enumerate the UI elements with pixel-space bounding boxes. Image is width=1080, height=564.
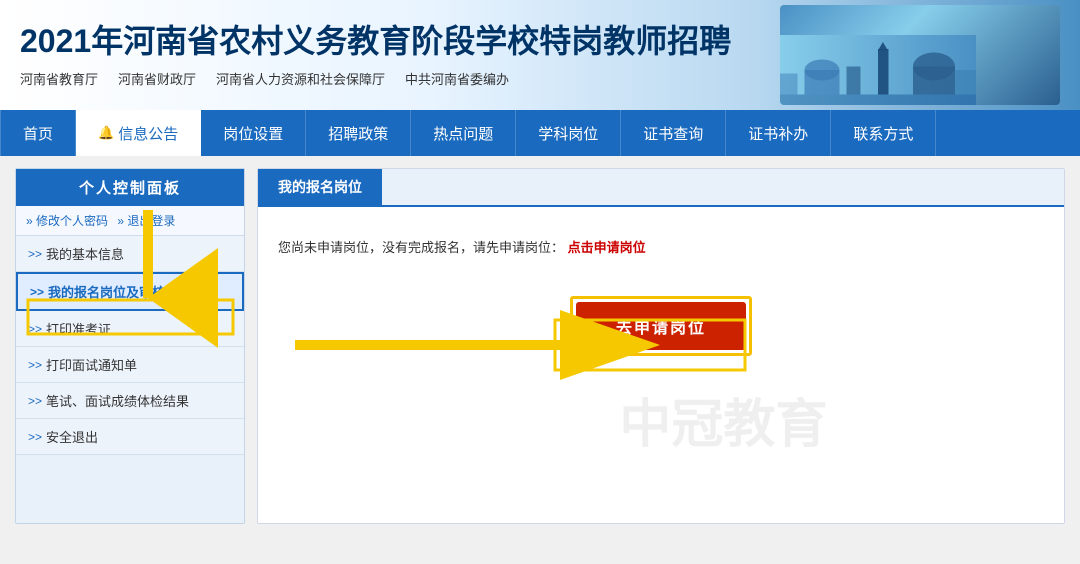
site-title: 2021年河南省农村义务教育阶段学校特岗教师招聘 (20, 22, 780, 60)
nav-item-info[interactable]: 🔔 信息公告 (76, 110, 201, 156)
notice-text: 您尚未申请岗位，没有完成报名，请先申请岗位： 点击申请岗位 (278, 237, 1044, 256)
sidebar-item-scores[interactable]: >> 笔试、面试成绩体检结果 (16, 383, 244, 419)
header-orgs: 河南省教育厅 河南省财政厅 河南省人力资源和社会保障厅 中共河南省委编办 (20, 69, 780, 88)
arrow-icon-5: >> (28, 394, 42, 408)
arrow-icon-1: >> (28, 247, 42, 261)
nav-item-cert-reissue[interactable]: 证书补办 (726, 110, 831, 156)
change-password-link[interactable]: » 修改个人密码 (26, 214, 108, 228)
org-3: 河南省人力资源和社会保障厅 (216, 69, 385, 88)
org-2: 河南省财政厅 (118, 69, 196, 88)
apply-position-link[interactable]: 点击申请岗位 (568, 240, 646, 255)
header-left: 2021年河南省农村义务教育阶段学校特岗教师招聘 河南省教育厅 河南省财政厅 河… (20, 22, 780, 87)
sidebar-item-registration[interactable]: >> 我的报名岗位及审核状态 (16, 272, 244, 311)
nav-item-policy[interactable]: 招聘政策 (306, 110, 411, 156)
sidebar-title: 个人控制面板 (16, 169, 244, 206)
watermark: 中冠教育 (619, 382, 827, 457)
apply-position-button[interactable]: 去申请岗位 (576, 302, 746, 350)
nav-label-home: 首页 (23, 123, 53, 144)
main-content: 个人控制面板 » 修改个人密码 » 退出登录 >> 我的基本信息 >> 我的报名… (0, 156, 1080, 536)
content-body: 您尚未申请岗位，没有完成报名，请先申请岗位： 点击申请岗位 去申请岗位 中冠教育 (258, 207, 1064, 487)
header-city-image (780, 5, 1060, 105)
sidebar-item-basic-info[interactable]: >> 我的基本信息 (16, 236, 244, 272)
navigation-bar: 首页 🔔 信息公告 岗位设置 招聘政策 热点问题 学科岗位 证书查询 证书补办 … (0, 110, 1080, 156)
sidebar-item-print-interview[interactable]: >> 打印面试通知单 (16, 347, 244, 383)
tab-my-positions[interactable]: 我的报名岗位 (258, 169, 382, 205)
speaker-icon: 🔔 (98, 125, 114, 141)
arrow-icon-6: >> (28, 430, 42, 444)
org-1: 河南省教育厅 (20, 69, 98, 88)
nav-label-contact: 联系方式 (853, 123, 913, 144)
nav-label-info: 信息公告 (118, 123, 178, 144)
nav-item-hotspot[interactable]: 热点问题 (411, 110, 516, 156)
nav-label-cert-reissue: 证书补办 (748, 123, 808, 144)
nav-item-cert-query[interactable]: 证书查询 (621, 110, 726, 156)
header-banner: 2021年河南省农村义务教育阶段学校特岗教师招聘 河南省教育厅 河南省财政厅 河… (0, 0, 1080, 110)
apply-button-highlight-box: 去申请岗位 (570, 296, 752, 356)
sidebar-item-print-ticket[interactable]: >> 打印准考证 (16, 311, 244, 347)
arrow-icon-3: >> (28, 322, 42, 336)
sidebar-item-safe-logout[interactable]: >> 安全退出 (16, 419, 244, 455)
arrow-icon-2: >> (30, 285, 44, 299)
sidebar: 个人控制面板 » 修改个人密码 » 退出登录 >> 我的基本信息 >> 我的报名… (15, 168, 245, 524)
apply-button-container: 去申请岗位 (278, 296, 1044, 356)
nav-label-positions: 岗位设置 (223, 123, 283, 144)
content-tab-bar: 我的报名岗位 (258, 169, 1064, 207)
arrow-icon-4: >> (28, 358, 42, 372)
nav-label-cert-query: 证书查询 (643, 123, 703, 144)
nav-item-home[interactable]: 首页 (0, 110, 76, 156)
nav-label-policy: 招聘政策 (328, 123, 388, 144)
org-4: 中共河南省委编办 (405, 69, 509, 88)
nav-label-subject: 学科岗位 (538, 123, 598, 144)
nav-label-hotspot: 热点问题 (433, 123, 493, 144)
sidebar-top-links: » 修改个人密码 » 退出登录 (16, 206, 244, 236)
nav-item-positions[interactable]: 岗位设置 (201, 110, 306, 156)
logout-link[interactable]: » 退出登录 (117, 214, 175, 228)
nav-item-contact[interactable]: 联系方式 (831, 110, 936, 156)
nav-item-subject[interactable]: 学科岗位 (516, 110, 621, 156)
content-area: 我的报名岗位 您尚未申请岗位，没有完成报名，请先申请岗位： 点击申请岗位 去申请… (257, 168, 1065, 524)
